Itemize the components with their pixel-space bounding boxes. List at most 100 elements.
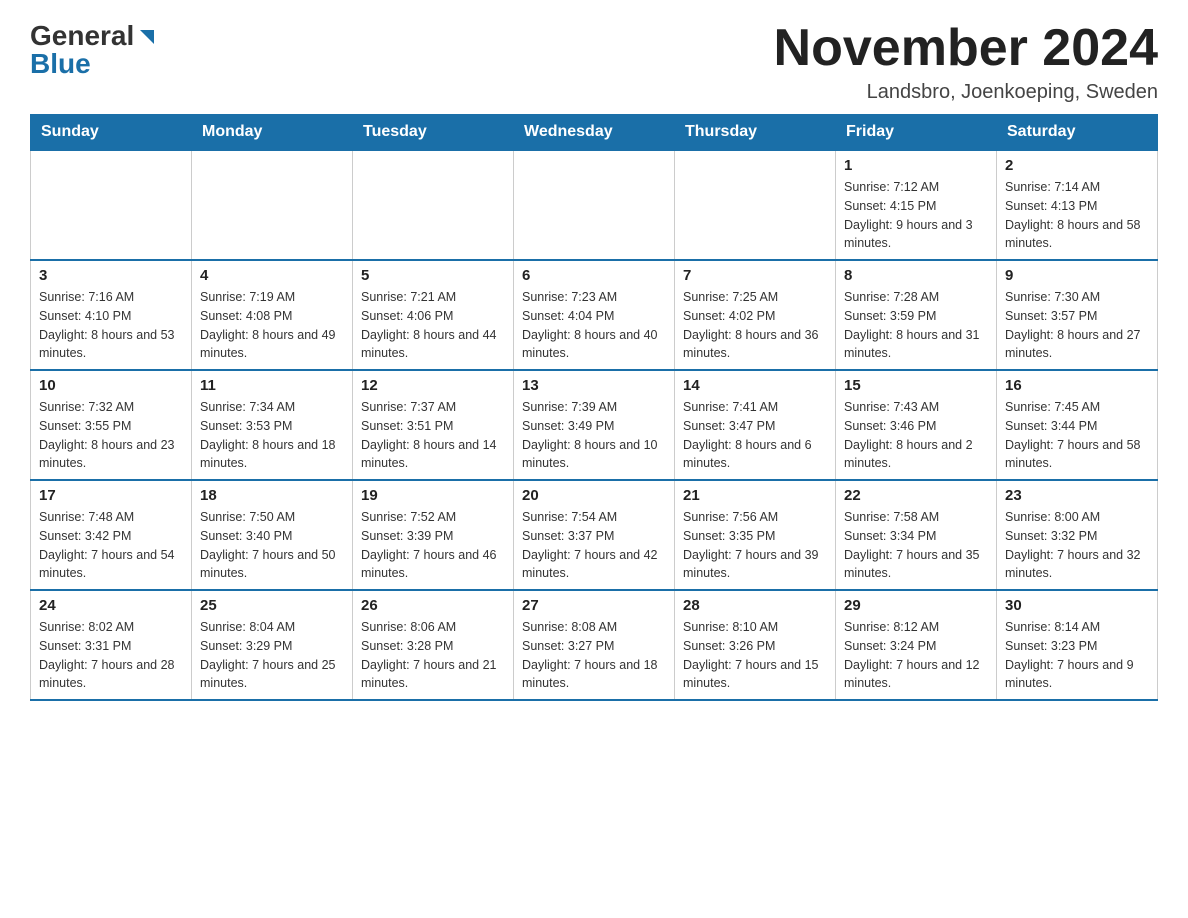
header-thursday: Thursday xyxy=(675,115,836,151)
calendar-cell: 19 Sunrise: 7:52 AMSunset: 3:39 PMDayligh… xyxy=(353,480,514,590)
day-number: 29 xyxy=(844,597,988,614)
day-number: 12 xyxy=(361,377,505,394)
calendar-cell: 1 Sunrise: 7:12 AMSunset: 4:15 PMDaylight… xyxy=(836,150,997,260)
day-info: Sunrise: 7:52 AMSunset: 3:39 PMDaylight:… xyxy=(361,508,505,583)
day-info: Sunrise: 7:23 AMSunset: 4:04 PMDaylight:… xyxy=(522,288,666,363)
day-number: 27 xyxy=(522,597,666,614)
day-number: 17 xyxy=(39,487,183,504)
calendar-cell xyxy=(514,150,675,260)
location-subtitle: Landsbro, Joenkoeping, Sweden xyxy=(774,81,1158,104)
day-info: Sunrise: 7:12 AMSunset: 4:15 PMDaylight:… xyxy=(844,178,988,253)
header-friday: Friday xyxy=(836,115,997,151)
calendar-cell: 18 Sunrise: 7:50 AMSunset: 3:40 PMDayligh… xyxy=(192,480,353,590)
day-info: Sunrise: 7:32 AMSunset: 3:55 PMDaylight:… xyxy=(39,398,183,473)
title-section: November 2024 Landsbro, Joenkoeping, Swe… xyxy=(774,20,1158,104)
day-number: 19 xyxy=(361,487,505,504)
day-number: 22 xyxy=(844,487,988,504)
day-number: 7 xyxy=(683,267,827,284)
calendar-table: Sunday Monday Tuesday Wednesday Thursday… xyxy=(30,114,1158,701)
day-info: Sunrise: 7:43 AMSunset: 3:46 PMDaylight:… xyxy=(844,398,988,473)
calendar-cell: 28 Sunrise: 8:10 AMSunset: 3:26 PMDayligh… xyxy=(675,590,836,700)
day-number: 13 xyxy=(522,377,666,394)
day-info: Sunrise: 7:30 AMSunset: 3:57 PMDaylight:… xyxy=(1005,288,1149,363)
day-number: 4 xyxy=(200,267,344,284)
calendar-cell: 10 Sunrise: 7:32 AMSunset: 3:55 PMDayligh… xyxy=(31,370,192,480)
calendar-cell xyxy=(192,150,353,260)
calendar-cell: 11Sunrise: 7:34 AMSunset: 3:53 PMDayligh… xyxy=(192,370,353,480)
day-number: 18 xyxy=(200,487,344,504)
day-number: 6 xyxy=(522,267,666,284)
header-wednesday: Wednesday xyxy=(514,115,675,151)
header-monday: Monday xyxy=(192,115,353,151)
day-number: 28 xyxy=(683,597,827,614)
day-info: Sunrise: 8:12 AMSunset: 3:24 PMDaylight:… xyxy=(844,618,988,693)
calendar-cell: 12 Sunrise: 7:37 AMSunset: 3:51 PMDayligh… xyxy=(353,370,514,480)
day-number: 21 xyxy=(683,487,827,504)
calendar-cell: 22 Sunrise: 7:58 AMSunset: 3:34 PMDayligh… xyxy=(836,480,997,590)
calendar-cell: 5 Sunrise: 7:21 AMSunset: 4:06 PMDaylight… xyxy=(353,260,514,370)
day-number: 23 xyxy=(1005,487,1149,504)
calendar-cell: 29 Sunrise: 8:12 AMSunset: 3:24 PMDayligh… xyxy=(836,590,997,700)
calendar-cell: 24Sunrise: 8:02 AMSunset: 3:31 PMDayligh… xyxy=(31,590,192,700)
day-info: Sunrise: 7:25 AMSunset: 4:02 PMDaylight:… xyxy=(683,288,827,363)
day-number: 9 xyxy=(1005,267,1149,284)
logo-triangle-icon xyxy=(136,26,158,48)
calendar-week-row: 24Sunrise: 8:02 AMSunset: 3:31 PMDayligh… xyxy=(31,590,1158,700)
calendar-cell xyxy=(353,150,514,260)
main-title: November 2024 xyxy=(774,20,1158,77)
day-info: Sunrise: 7:56 AMSunset: 3:35 PMDaylight:… xyxy=(683,508,827,583)
calendar-cell: 4Sunrise: 7:19 AMSunset: 4:08 PMDaylight… xyxy=(192,260,353,370)
calendar-week-row: 10 Sunrise: 7:32 AMSunset: 3:55 PMDayligh… xyxy=(31,370,1158,480)
day-info: Sunrise: 8:00 AMSunset: 3:32 PMDaylight:… xyxy=(1005,508,1149,583)
calendar-cell: 27 Sunrise: 8:08 AMSunset: 3:27 PMDayligh… xyxy=(514,590,675,700)
header-tuesday: Tuesday xyxy=(353,115,514,151)
day-number: 3 xyxy=(39,267,183,284)
day-number: 2 xyxy=(1005,157,1149,174)
calendar-cell: 7 Sunrise: 7:25 AMSunset: 4:02 PMDaylight… xyxy=(675,260,836,370)
logo-blue-text: Blue xyxy=(30,48,158,80)
calendar-cell: 2 Sunrise: 7:14 AMSunset: 4:13 PMDaylight… xyxy=(997,150,1158,260)
day-info: Sunrise: 7:48 AMSunset: 3:42 PMDaylight:… xyxy=(39,508,183,583)
calendar-cell: 3 Sunrise: 7:16 AMSunset: 4:10 PMDaylight… xyxy=(31,260,192,370)
day-info: Sunrise: 8:04 AMSunset: 3:29 PMDaylight:… xyxy=(200,618,344,693)
day-info: Sunrise: 7:50 AMSunset: 3:40 PMDaylight:… xyxy=(200,508,344,583)
day-info: Sunrise: 7:37 AMSunset: 3:51 PMDaylight:… xyxy=(361,398,505,473)
day-info: Sunrise: 7:58 AMSunset: 3:34 PMDaylight:… xyxy=(844,508,988,583)
day-number: 14 xyxy=(683,377,827,394)
calendar-cell: 6 Sunrise: 7:23 AMSunset: 4:04 PMDaylight… xyxy=(514,260,675,370)
day-number: 20 xyxy=(522,487,666,504)
calendar-header: Sunday Monday Tuesday Wednesday Thursday… xyxy=(31,115,1158,151)
day-number: 10 xyxy=(39,377,183,394)
calendar-cell: 13Sunrise: 7:39 AMSunset: 3:49 PMDayligh… xyxy=(514,370,675,480)
day-info: Sunrise: 8:10 AMSunset: 3:26 PMDaylight:… xyxy=(683,618,827,693)
header-saturday: Saturday xyxy=(997,115,1158,151)
calendar-cell: 23 Sunrise: 8:00 AMSunset: 3:32 PMDayligh… xyxy=(997,480,1158,590)
calendar-cell: 30Sunrise: 8:14 AMSunset: 3:23 PMDayligh… xyxy=(997,590,1158,700)
day-info: Sunrise: 7:34 AMSunset: 3:53 PMDaylight:… xyxy=(200,398,344,473)
day-info: Sunrise: 7:54 AMSunset: 3:37 PMDaylight:… xyxy=(522,508,666,583)
calendar-cell xyxy=(675,150,836,260)
day-info: Sunrise: 7:14 AMSunset: 4:13 PMDaylight:… xyxy=(1005,178,1149,253)
calendar-cell: 9 Sunrise: 7:30 AMSunset: 3:57 PMDaylight… xyxy=(997,260,1158,370)
weekday-header-row: Sunday Monday Tuesday Wednesday Thursday… xyxy=(31,115,1158,151)
day-info: Sunrise: 7:28 AMSunset: 3:59 PMDaylight:… xyxy=(844,288,988,363)
calendar-cell: 21 Sunrise: 7:56 AMSunset: 3:35 PMDayligh… xyxy=(675,480,836,590)
calendar-cell: 20 Sunrise: 7:54 AMSunset: 3:37 PMDayligh… xyxy=(514,480,675,590)
day-info: Sunrise: 8:06 AMSunset: 3:28 PMDaylight:… xyxy=(361,618,505,693)
calendar-cell: 8Sunrise: 7:28 AMSunset: 3:59 PMDaylight… xyxy=(836,260,997,370)
calendar-week-row: 1 Sunrise: 7:12 AMSunset: 4:15 PMDaylight… xyxy=(31,150,1158,260)
day-number: 24 xyxy=(39,597,183,614)
calendar-cell: 14Sunrise: 7:41 AMSunset: 3:47 PMDayligh… xyxy=(675,370,836,480)
day-number: 26 xyxy=(361,597,505,614)
header-sunday: Sunday xyxy=(31,115,192,151)
calendar-week-row: 17 Sunrise: 7:48 AMSunset: 3:42 PMDayligh… xyxy=(31,480,1158,590)
day-info: Sunrise: 7:21 AMSunset: 4:06 PMDaylight:… xyxy=(361,288,505,363)
day-number: 30 xyxy=(1005,597,1149,614)
calendar-cell: 15Sunrise: 7:43 AMSunset: 3:46 PMDayligh… xyxy=(836,370,997,480)
day-number: 5 xyxy=(361,267,505,284)
day-info: Sunrise: 7:16 AMSunset: 4:10 PMDaylight:… xyxy=(39,288,183,363)
page-header: General Blue November 2024 Landsbro, Joe… xyxy=(30,20,1158,104)
day-info: Sunrise: 8:08 AMSunset: 3:27 PMDaylight:… xyxy=(522,618,666,693)
day-number: 1 xyxy=(844,157,988,174)
day-number: 25 xyxy=(200,597,344,614)
